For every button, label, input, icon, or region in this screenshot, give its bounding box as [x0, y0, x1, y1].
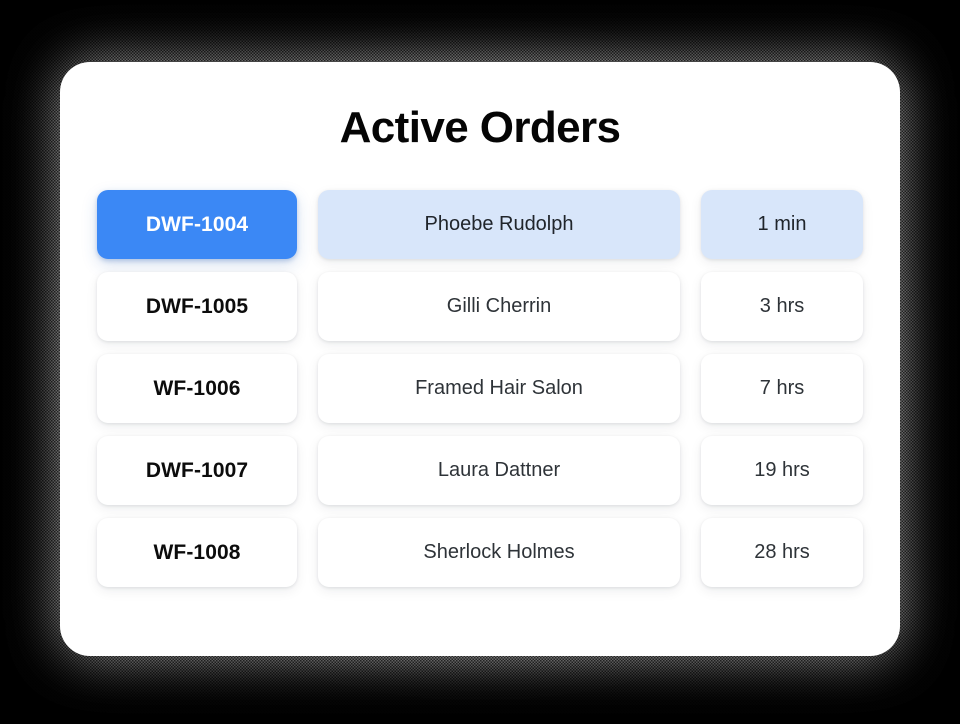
active-orders-card: Active Orders DWF-1004 Phoebe Rudolph 1 mi… [60, 62, 900, 656]
order-elapsed-cell[interactable]: 19 hrs [701, 436, 863, 505]
order-customer-cell[interactable]: Framed Hair Salon [318, 354, 680, 423]
order-customer-cell[interactable]: Phoebe Rudolph [318, 190, 680, 259]
order-id-chip[interactable]: DWF-1004 [97, 190, 297, 259]
orders-list: DWF-1004 Phoebe Rudolph 1 min DWF-1005 Gilli… [97, 190, 863, 587]
order-row[interactable]: DWF-1004 Phoebe Rudolph 1 min [97, 190, 863, 259]
order-customer-cell[interactable]: Laura Dattner [318, 436, 680, 505]
order-elapsed-cell[interactable]: 1 min [701, 190, 863, 259]
page-title: Active Orders [339, 103, 621, 152]
order-elapsed-cell[interactable]: 7 hrs [701, 354, 863, 423]
order-row[interactable]: DWF-1007 Laura Dattner 19 hrs [97, 436, 863, 505]
order-customer-cell[interactable]: Sherlock Holmes [318, 518, 680, 587]
order-row[interactable]: WF-1006 Framed Hair Salon 7 hrs [97, 354, 863, 423]
order-elapsed-cell[interactable]: 28 hrs [701, 518, 863, 587]
order-id-chip[interactable]: DWF-1007 [97, 436, 297, 505]
order-customer-cell[interactable]: Gilli Cherrin [318, 272, 680, 341]
order-row[interactable]: WF-1008 Sherlock Holmes 28 hrs [97, 518, 863, 587]
order-id-chip[interactable]: WF-1006 [97, 354, 297, 423]
order-elapsed-cell[interactable]: 3 hrs [701, 272, 863, 341]
screen-backdrop: Active Orders DWF-1004 Phoebe Rudolph 1 mi… [0, 0, 960, 724]
order-id-chip[interactable]: DWF-1005 [97, 272, 297, 341]
order-row[interactable]: DWF-1005 Gilli Cherrin 3 hrs [97, 272, 863, 341]
order-id-chip[interactable]: WF-1008 [97, 518, 297, 587]
